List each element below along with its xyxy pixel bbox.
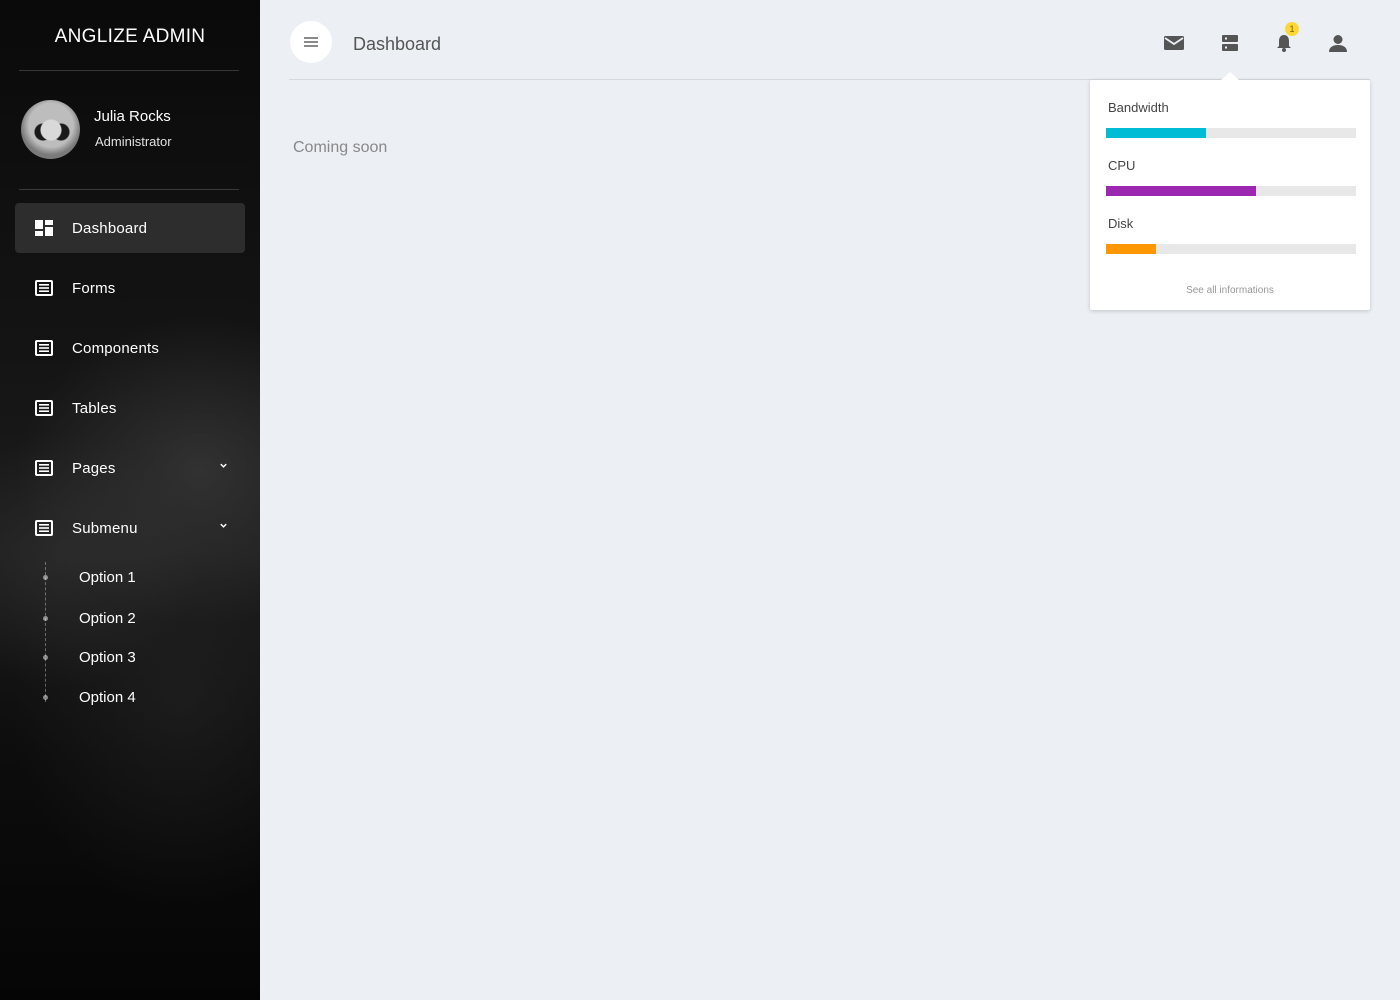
server-stats-popover: Bandwidth CPU Disk See all informations <box>1090 72 1370 310</box>
page-title: Dashboard <box>353 34 442 54</box>
bullet-icon <box>43 575 48 580</box>
sidebar-item-forms[interactable]: Forms <box>15 263 245 313</box>
bullet-icon <box>43 655 48 660</box>
submenu-option-label: Option 2 <box>79 610 136 627</box>
stat-label-disk: Disk <box>1108 216 1134 231</box>
server-icon[interactable] <box>1219 33 1241 53</box>
mail-icon[interactable] <box>1163 33 1185 53</box>
popover-arrow <box>1221 72 1239 80</box>
sidebar-item-label: Submenu <box>72 519 138 537</box>
list-icon <box>35 280 53 296</box>
progress-bar-bandwidth <box>1106 128 1356 138</box>
bullet-icon <box>43 616 48 621</box>
sidebar-item-components[interactable]: Components <box>15 323 245 373</box>
submenu-option-3[interactable]: Option 3 <box>40 643 240 673</box>
submenu-option-label: Option 1 <box>79 569 136 586</box>
stat-label-cpu: CPU <box>1108 158 1136 173</box>
sidebar-item-label: Tables <box>72 399 117 417</box>
progress-fill <box>1106 244 1156 254</box>
chevron-down-icon[interactable] <box>219 521 228 530</box>
menu-icon <box>304 41 318 43</box>
chevron-down-icon[interactable] <box>219 461 228 470</box>
progress-bar-disk <box>1106 244 1356 254</box>
menu-icon <box>304 45 318 47</box>
see-all-link[interactable]: See all informations <box>1090 285 1370 296</box>
sidebar-item-pages[interactable]: Pages <box>15 443 245 493</box>
user-role: Administrator <box>95 134 172 149</box>
progress-fill <box>1106 186 1256 196</box>
sidebar-item-dashboard[interactable]: Dashboard <box>15 203 245 253</box>
submenu-option-2[interactable]: Option 2 <box>40 604 240 634</box>
progress-bar-cpu <box>1106 186 1356 196</box>
stat-label-bandwidth: Bandwidth <box>1108 100 1169 115</box>
brand-title[interactable]: ANGLIZE ADMIN <box>0 26 260 48</box>
bell-icon[interactable] <box>1273 33 1295 53</box>
user-name: Julia Rocks <box>94 108 171 125</box>
submenu-option-4[interactable]: Option 4 <box>40 683 240 713</box>
list-icon <box>35 340 53 356</box>
submenu-option-label: Option 4 <box>79 689 136 706</box>
progress-fill <box>1106 128 1206 138</box>
submenu-option-1[interactable]: Option 1 <box>40 563 240 593</box>
avatar[interactable] <box>21 100 80 159</box>
sidebar-item-label: Forms <box>72 279 116 297</box>
list-icon <box>35 520 53 536</box>
sidebar-item-label: Components <box>72 339 160 357</box>
submenu-option-label: Option 3 <box>79 649 136 666</box>
divider <box>19 70 239 71</box>
sidebar-item-label: Dashboard <box>72 219 148 237</box>
sidebar-item-tables[interactable]: Tables <box>15 383 245 433</box>
sidebar: ANGLIZE ADMIN Julia Rocks Administrator … <box>0 0 260 1000</box>
sidebar-item-submenu[interactable]: Submenu <box>15 503 245 553</box>
menu-icon <box>304 37 318 39</box>
sidebar-item-label: Pages <box>72 459 116 477</box>
list-icon <box>35 460 53 476</box>
notification-badge: 1 <box>1285 22 1299 36</box>
person-icon[interactable] <box>1327 33 1349 53</box>
menu-toggle-button[interactable] <box>290 21 332 63</box>
list-icon <box>35 400 53 416</box>
content-placeholder: Coming soon <box>293 139 388 156</box>
divider <box>19 189 239 190</box>
dashboard-icon <box>35 220 53 236</box>
bullet-icon <box>43 695 48 700</box>
